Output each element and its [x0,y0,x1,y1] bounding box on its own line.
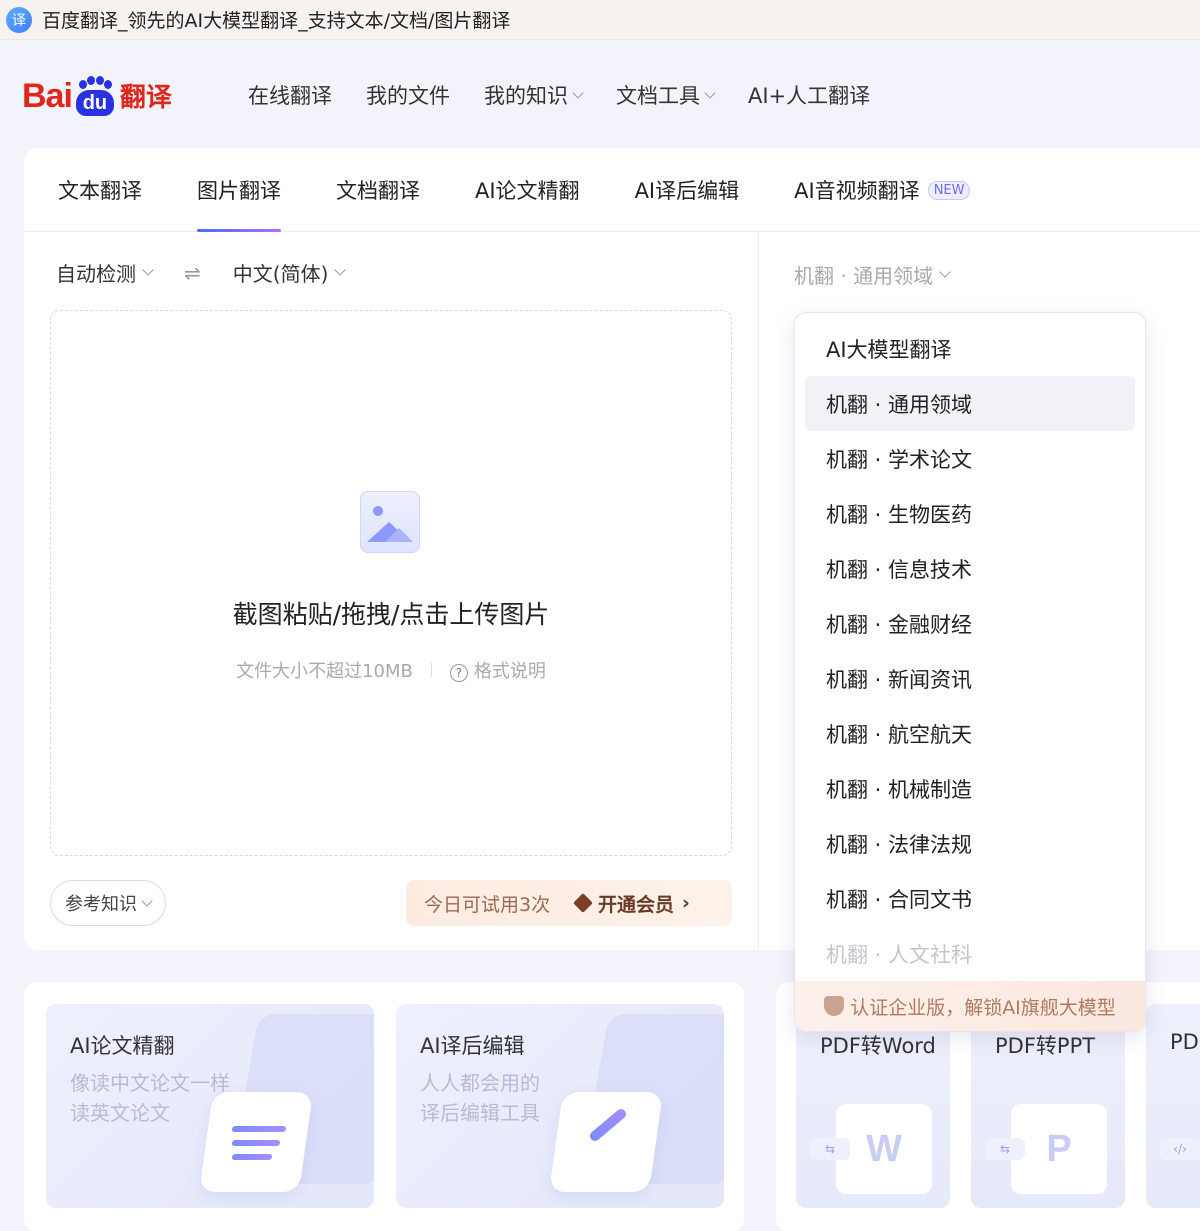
tool-pdf-other[interactable]: PD ‹/› [1146,1004,1200,1208]
engine-option[interactable]: 机翻 · 学术论文 [805,431,1135,486]
chevron-down-icon [334,264,347,276]
top-nav: 在线翻译 我的文件 我的知识 文档工具 AI+人工翻译 [248,80,870,110]
engine-select[interactable]: 机翻 · 通用领域 [794,260,951,289]
logo-fanyi: 翻译 [119,83,172,113]
tab-document[interactable]: 文档翻译 [336,148,420,232]
engine-option[interactable]: 机翻 · 生物医药 [805,486,1135,541]
enterprise-upgrade-banner[interactable]: 认证企业版，解锁AI旗舰大模型 [795,981,1145,1031]
chevron-down-icon [141,894,153,907]
diamond-icon [573,893,593,913]
logo-bai: Bai [22,77,73,115]
tab-text[interactable]: 文本翻译 [58,148,142,232]
engine-option[interactable]: AI大模型翻译 [805,321,1135,376]
mode-tabs: 文本翻译 图片翻译 文档翻译 AI论文精翻 AI译后编辑 AI音视频翻译 NEW [24,148,1200,232]
trial-count: 今日可试用3次 [424,893,551,916]
format-help-link[interactable]: ? 格式说明 [449,657,546,683]
nav-my-knowledge[interactable]: 我的知识 [484,80,584,110]
engine-option[interactable]: 机翻 · 金融财经 [805,596,1135,651]
chevron-down-icon [142,264,154,276]
tool-title: PDF转Word [820,1034,936,1058]
tool-title: PD [1170,1030,1199,1054]
tool-title: PDF转PPT [995,1034,1096,1058]
target-language-select[interactable]: 中文(简体) [233,258,347,287]
image-icon [360,491,420,553]
question-icon: ? [449,664,468,682]
source-language-select[interactable]: 自动检测 [56,258,154,287]
engine-option[interactable]: 机翻 · 航空航天 [805,706,1135,761]
nav-ai-human-translate[interactable]: AI+人工翻译 [748,80,870,110]
nav-doc-tools[interactable]: 文档工具 [616,80,716,110]
convert-icon: ⇆ [985,1138,1025,1160]
chevron-down-icon [572,86,584,99]
file-size-hint: 文件大小不超过10MB [236,661,413,682]
ai-feature-section: AI论文精翻 像读中文论文一样 读英文论文 AI译后编辑 人人都会用的 译后编辑工具 [24,982,744,1231]
engine-option[interactable]: 机翻 · 机械制造 [805,761,1135,816]
translate-favicon-icon: 译 [6,6,32,33]
feature-title: AI论文精翻 [70,1034,175,1058]
feature-title: AI译后编辑 [420,1034,525,1058]
image-upload-area[interactable]: 截图粘贴/拖拽/点击上传图片 文件大小不超过10MB ? 格式说明 [50,310,732,856]
tab-title: 百度翻译_领先的AI大模型翻译_支持文本/文档/图片翻译 [42,10,511,32]
feature-subtitle: 人人都会用的 译后编辑工具 [420,1071,540,1125]
baidu-translate-logo[interactable]: Bai du 翻译 [22,66,172,116]
tab-ai-av[interactable]: AI音视频翻译 NEW [794,148,971,232]
tool-pdf-to-ppt[interactable]: PDF转PPT P ⇆ [971,1004,1125,1208]
feature-subtitle: 像读中文论文一样 读英文论文 [70,1071,230,1125]
site-header: Bai du 翻译 在线翻译 我的文件 我的知识 文档工具 AI+人工翻译 [0,40,1200,146]
nav-online-translate[interactable]: 在线翻译 [248,80,332,110]
browser-tab[interactable]: 译 百度翻译_领先的AI大模型翻译_支持文本/文档/图片翻译 [0,0,1200,40]
document-lines [231,1126,287,1168]
pen-edit-icon [548,1092,664,1192]
engine-option[interactable]: 机翻 · 法律法规 [805,816,1135,871]
engine-option[interactable]: 机翻 · 通用领域 [805,376,1135,431]
shield-icon [824,996,845,1016]
tab-ai-post-edit[interactable]: AI译后编辑 [635,148,740,232]
engine-option[interactable]: 机翻 · 合同文书 [805,871,1135,926]
upload-hint: 文件大小不超过10MB ? 格式说明 [51,657,731,683]
convert-icon: ⇆ [810,1138,850,1160]
panel-divider [758,232,759,950]
upload-title: 截图粘贴/拖拽/点击上传图片 [232,600,550,629]
paw-logo-icon: du [73,76,117,116]
engine-option[interactable]: 机翻 · 新闻资讯 [805,651,1135,706]
swap-languages-icon[interactable]: ⇌ [184,261,201,285]
new-badge: NEW [927,180,971,200]
tool-pdf-to-word[interactable]: PDF转Word W ⇆ [796,1004,950,1208]
chevron-down-icon [939,266,951,278]
tab-ai-paper[interactable]: AI论文精翻 [475,148,580,232]
chevron-right-icon: › [682,892,690,914]
trial-banner: 今日可试用3次 开通会员 › [406,880,732,926]
nav-my-files[interactable]: 我的文件 [366,80,450,110]
engine-option[interactable]: 机翻 · 信息技术 [805,541,1135,596]
ppt-icon: P [1011,1104,1107,1194]
language-bar: 自动检测 ⇌ 中文(简体) [56,258,347,287]
chevron-down-icon [704,86,716,99]
word-icon: W [836,1104,932,1194]
feature-card-ai-post-edit[interactable]: AI译后编辑 人人都会用的 译后编辑工具 [396,1004,724,1208]
hint-divider [430,663,432,677]
tab-image[interactable]: 图片翻译 [197,148,281,232]
feature-card-ai-paper[interactable]: AI论文精翻 像读中文论文一样 读英文论文 [46,1004,374,1208]
engine-dropdown: AI大模型翻译 机翻 · 通用领域 机翻 · 学术论文 机翻 · 生物医药 机翻… [794,312,1146,1032]
reference-knowledge-button[interactable]: 参考知识 [50,880,166,926]
engine-option[interactable]: 机翻 · 人文社科 [805,926,1135,981]
code-icon: ‹/› [1160,1138,1200,1160]
open-vip-button[interactable]: 开通会员 › [573,890,690,917]
